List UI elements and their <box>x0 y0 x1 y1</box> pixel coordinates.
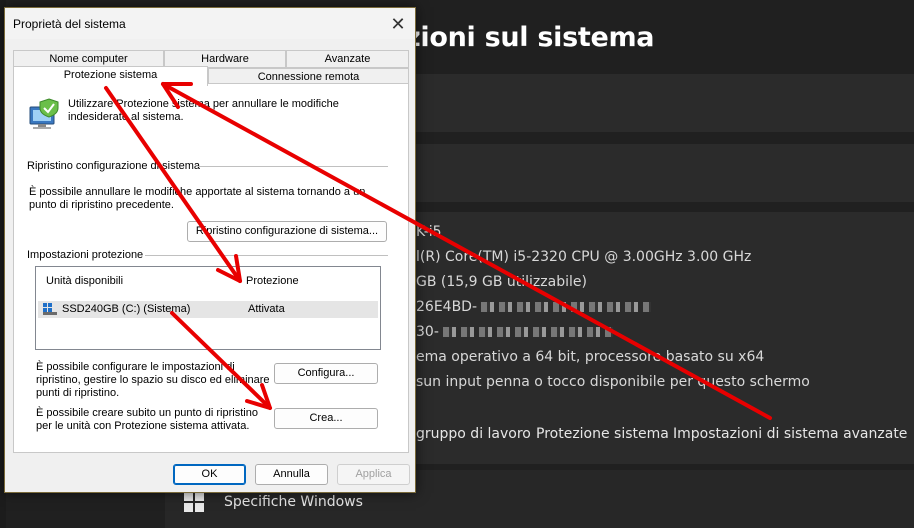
protection-section-divider <box>145 255 388 256</box>
advanced-settings-link[interactable]: Impostazioni di sistema avanzate <box>673 426 907 442</box>
protection-section-heading: Impostazioni protezione <box>27 249 144 261</box>
cancel-button[interactable]: Annulla <box>255 464 328 485</box>
system-properties-dialog: Proprietà del sistema ✕ Nome computer Ha… <box>4 7 416 493</box>
restore-section-heading: Ripristino configurazione di sistema <box>27 160 201 172</box>
device-spec-text: K-i5 <box>416 224 442 240</box>
drive-icon <box>43 303 57 315</box>
configure-button[interactable]: Configura... <box>274 363 378 384</box>
restore-section-divider <box>198 166 388 167</box>
windows-logo-icon <box>184 492 204 512</box>
dialog-title: Proprietà del sistema <box>13 17 126 31</box>
info-card-mid <box>416 144 914 202</box>
device-spec-line: 26E4BD- <box>416 299 652 315</box>
drive-row[interactable]: SSD240GB (C:) (Sistema) Attivata <box>38 301 378 318</box>
column-header-protection[interactable]: Protezione <box>246 275 299 288</box>
device-spec-text: ema operativo a 64 bit, processore basat… <box>416 349 765 365</box>
apply-button[interactable]: Applica <box>337 464 410 485</box>
drive-name: SSD240GB (C:) (Sistema) <box>62 303 191 315</box>
redacted-value <box>481 302 652 312</box>
intro-text: Utilizzare Protezione sistema per annull… <box>68 98 339 123</box>
column-header-drives[interactable]: Unità disponibili <box>46 275 123 288</box>
ok-button[interactable]: OK <box>173 464 246 485</box>
device-spec-line: GB (15,9 GB utilizzabile) <box>416 274 587 290</box>
configure-description: È possibile configurare le impostazioni … <box>36 361 270 399</box>
device-spec-line: 30- <box>416 324 613 340</box>
drives-list[interactable]: Unità disponibili Protezione SSD240GB (C… <box>35 266 381 350</box>
device-spec-text: 26E4BD- <box>416 299 478 315</box>
device-spec-line: ema operativo a 64 bit, processore basat… <box>416 349 764 365</box>
drive-protection-status: Attivata <box>248 303 285 315</box>
close-icon[interactable]: ✕ <box>385 11 411 37</box>
device-spec-text: l(R) Core(TM) i5-2320 CPU @ 3.00GHz 3.00… <box>416 249 752 265</box>
device-spec-text: sun input penna o tocco disponibile per … <box>416 374 810 390</box>
device-spec-line: K-i5 <box>416 224 442 240</box>
device-spec-text: GB (15,9 GB utilizzabile) <box>416 274 587 290</box>
device-spec-text: 30- <box>416 324 439 340</box>
tab-system-protection[interactable]: Protezione sistema <box>13 66 208 86</box>
device-spec-line: sun input penna o tocco disponibile per … <box>416 374 810 390</box>
workgroup-link[interactable]: gruppo di lavoro <box>416 426 531 442</box>
create-description: È possibile creare subito un punto di ri… <box>36 407 258 432</box>
info-card-top <box>416 74 914 132</box>
page-title: zioni sul sistema <box>405 22 655 53</box>
system-restore-button[interactable]: Ripristino configurazione di sistema... <box>187 221 387 242</box>
redacted-value <box>442 327 613 337</box>
tab-advanced[interactable]: Avanzate <box>286 50 409 68</box>
restore-description: È possibile annullare le modifiche appor… <box>29 186 366 211</box>
system-protection-link[interactable]: Protezione sistema <box>536 426 669 442</box>
title-bar[interactable]: Proprietà del sistema ✕ <box>5 8 415 39</box>
windows-specs-label: Specifiche Windows <box>224 494 363 510</box>
create-button[interactable]: Crea... <box>274 408 378 429</box>
device-spec-line: l(R) Core(TM) i5-2320 CPU @ 3.00GHz 3.00… <box>416 249 751 265</box>
computer-shield-icon <box>29 98 59 129</box>
